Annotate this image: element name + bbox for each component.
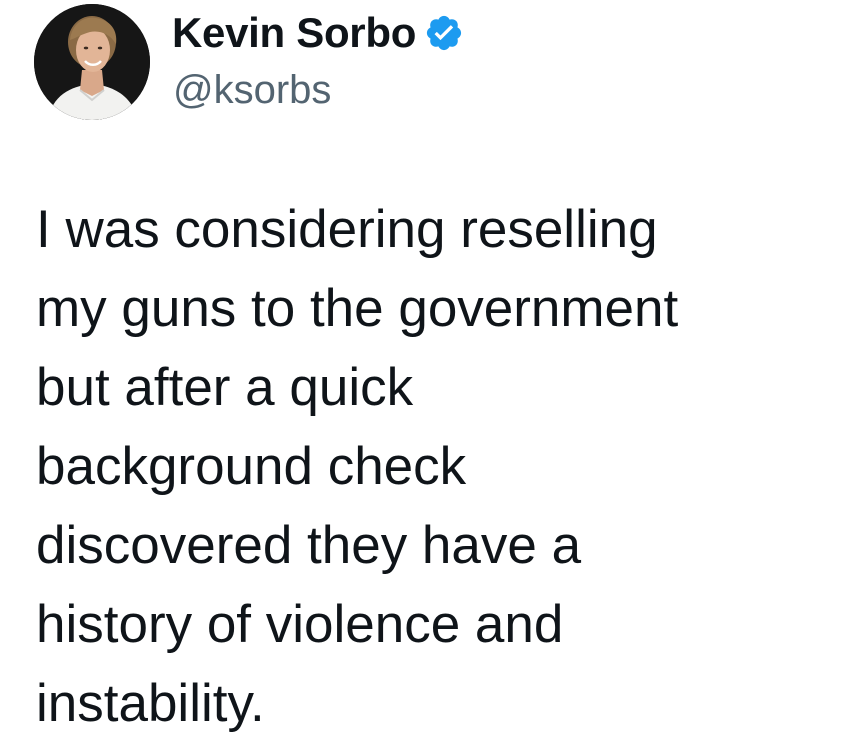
author-header: Kevin Sorbo	[172, 6, 464, 60]
verified-badge-icon	[424, 13, 464, 53]
avatar-photo	[34, 4, 150, 120]
tweet-text-line: background check	[36, 437, 467, 496]
tweet-card: Kevin Sorbo @ksorbs I was considering re…	[0, 0, 866, 754]
avatar[interactable]	[34, 4, 150, 120]
tweet-text-line: I was considering reselling	[36, 200, 658, 259]
author-handle[interactable]: @ksorbs	[173, 68, 331, 113]
author-name[interactable]: Kevin Sorbo	[172, 9, 416, 57]
tweet-text-line: my guns to the government	[36, 279, 679, 338]
tweet-text-line: discovered they have a	[36, 516, 582, 575]
tweet-text-line: history of violence and	[36, 595, 564, 654]
tweet-text: I was considering reselling my guns to t…	[36, 190, 856, 743]
tweet-text-line: but after a quick	[36, 358, 414, 417]
tweet-text-line: instability.	[36, 674, 265, 733]
